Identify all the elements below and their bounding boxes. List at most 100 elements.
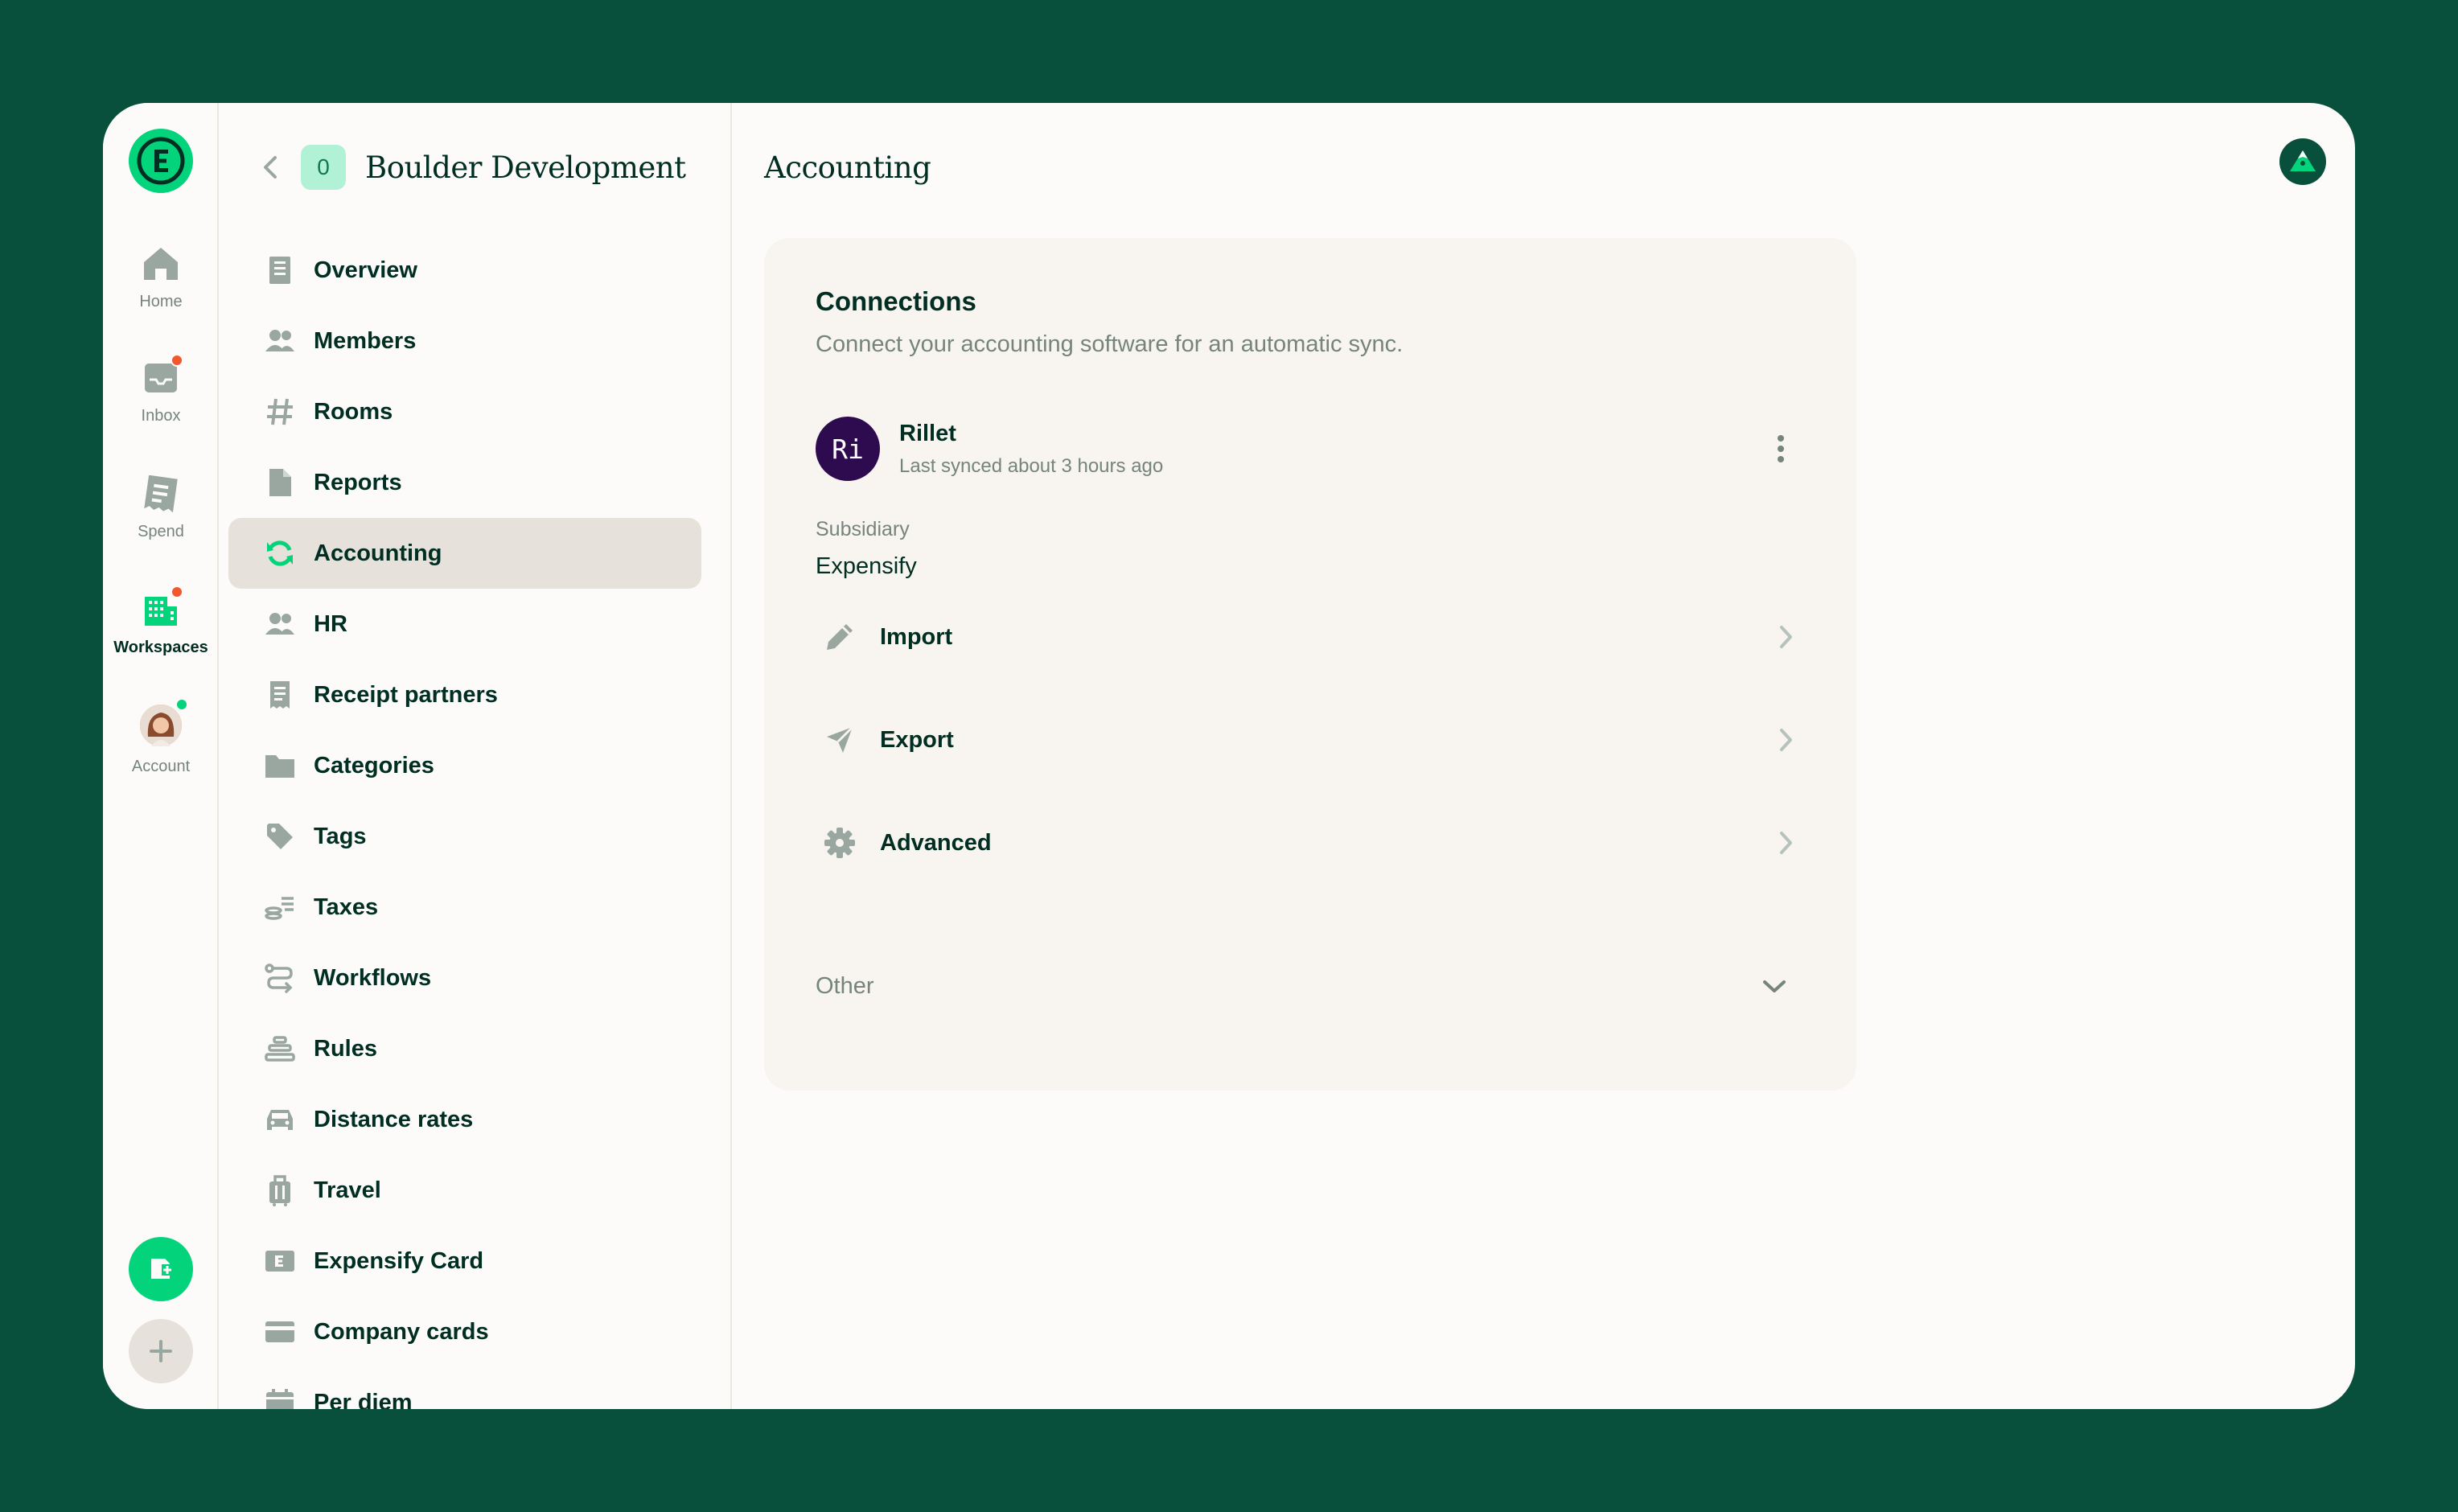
connection-row-rillet: Ri Rillet Last synced about 3 hours ago <box>816 415 1805 483</box>
account-avatar <box>138 698 188 748</box>
building-icon <box>262 253 298 288</box>
left-rail: Home Inbox Spend Workspaces Account <box>103 103 219 1409</box>
rail-account-label: Account <box>131 758 191 775</box>
page-title: Accounting <box>764 150 931 185</box>
rail-spend-label: Spend <box>138 523 184 540</box>
nav-item-per-diem[interactable]: Per diem <box>228 1367 701 1409</box>
suitcase-icon <box>262 1173 298 1208</box>
new-expense-icon <box>151 1259 173 1279</box>
workspace-avatar-badge: 0 <box>301 145 346 190</box>
rail-inbox[interactable]: Inbox <box>103 354 219 447</box>
export-row[interactable]: Export <box>816 700 1805 780</box>
rail-workspaces[interactable]: Workspaces <box>103 585 219 679</box>
chevron-right-icon <box>1766 618 1805 656</box>
nav-item-rules[interactable]: Rules <box>228 1013 701 1084</box>
folder-icon <box>262 748 298 783</box>
main-content: Accounting Connections Connect your acco… <box>732 103 2355 1409</box>
nav-item-reports[interactable]: Reports <box>228 447 701 518</box>
connections-title: Connections <box>816 286 976 316</box>
app-window: Home Inbox Spend Workspaces Account 0 Bo… <box>103 103 2355 1409</box>
add-button[interactable] <box>129 1319 193 1383</box>
receipt-icon <box>262 677 298 713</box>
nav-item-rooms[interactable]: Rooms <box>228 376 701 447</box>
nav-item-taxes[interactable]: Taxes <box>228 872 701 943</box>
rail-account[interactable]: Account <box>103 698 219 791</box>
hashtag-icon <box>262 394 298 429</box>
nav-item-label: Overview <box>314 257 417 283</box>
rail-home-label: Home <box>139 293 183 310</box>
nav-item-hr[interactable]: HR <box>228 589 701 659</box>
nav-item-label: Per diem <box>314 1389 413 1410</box>
nav-item-label: Distance rates <box>314 1106 474 1132</box>
coins-icon <box>262 890 298 925</box>
nav-item-overview[interactable]: Overview <box>228 235 701 306</box>
workspace-header: 0 Boulder Development <box>254 138 686 196</box>
inbox-icon <box>142 354 183 397</box>
pencil-icon <box>816 613 864 661</box>
connection-avatar: Ri <box>816 417 880 481</box>
mountain-logo-icon <box>2290 150 2316 171</box>
nav-item-company-cards[interactable]: Company cards <box>228 1296 701 1367</box>
rail-workspaces-label: Workspaces <box>113 639 208 656</box>
chevron-right-icon <box>1766 824 1805 862</box>
rail-home[interactable]: Home <box>103 244 219 333</box>
other-label: Other <box>816 972 874 999</box>
tag-icon <box>262 819 298 854</box>
nav-item-members[interactable]: Members <box>228 306 701 376</box>
chevron-down-icon <box>1755 967 1794 1005</box>
rail-inbox-label: Inbox <box>141 407 181 425</box>
nav-item-label: Travel <box>314 1177 381 1203</box>
nav-item-receipt-partners[interactable]: Receipt partners <box>228 659 701 730</box>
settings-menu: Overview Members Rooms Reports Accounting HR R… <box>228 235 701 1409</box>
rail-spend[interactable]: Spend <box>103 475 219 563</box>
workspace-switcher-avatar[interactable] <box>2279 138 2326 185</box>
nav-item-label: Company cards <box>314 1318 489 1345</box>
nav-item-distance-rates[interactable]: Distance rates <box>228 1084 701 1155</box>
nav-item-travel[interactable]: Travel <box>228 1155 701 1226</box>
gear-icon <box>816 819 864 867</box>
nav-item-label: HR <box>314 610 347 637</box>
nav-item-accounting[interactable]: Accounting <box>228 518 701 589</box>
advanced-row[interactable]: Advanced <box>816 803 1805 883</box>
card-e-icon <box>262 1243 298 1279</box>
calendar-icon <box>262 1385 298 1409</box>
nav-item-label: Expensify Card <box>314 1247 484 1274</box>
online-status-dot <box>175 698 188 711</box>
import-row[interactable]: Import <box>816 597 1805 677</box>
nav-item-tags[interactable]: Tags <box>228 801 701 872</box>
nav-item-expensify-card[interactable]: Expensify Card <box>228 1226 701 1296</box>
connections-card: Connections Connect your accounting soft… <box>764 238 1856 1091</box>
nav-item-categories[interactable]: Categories <box>228 730 701 801</box>
nav-item-label: Tags <box>314 823 367 849</box>
subsidiary-label: Subsidiary <box>816 518 910 540</box>
home-icon <box>142 244 180 283</box>
stack-icon <box>262 1031 298 1066</box>
connection-sync-status: Last synced about 3 hours ago <box>899 454 1164 477</box>
expensify-logo-icon[interactable] <box>129 129 193 193</box>
nav-item-label: Rules <box>314 1035 377 1062</box>
users-icon <box>262 606 298 642</box>
car-icon <box>262 1102 298 1137</box>
nav-item-label: Workflows <box>314 964 432 991</box>
import-label: Import <box>880 623 953 650</box>
inbox-notification-dot <box>171 354 183 367</box>
nav-item-workflows[interactable]: Workflows <box>228 943 701 1013</box>
advanced-label: Advanced <box>880 829 992 856</box>
paper-plane-icon <box>816 716 864 764</box>
workspace-name: Boulder Development <box>365 150 686 185</box>
connections-subtitle: Connect your accounting software for an … <box>816 331 1404 357</box>
nav-item-label: Accounting <box>314 540 442 566</box>
chevron-right-icon <box>1766 721 1805 759</box>
connection-name: Rillet <box>899 420 956 446</box>
users-icon <box>262 323 298 359</box>
nav-item-label: Receipt partners <box>314 681 498 708</box>
other-section-toggle[interactable]: Other <box>816 962 1805 1010</box>
subsidiary-value[interactable]: Expensify <box>816 553 917 580</box>
more-vertical-icon <box>1778 435 1784 462</box>
back-button[interactable] <box>254 151 286 183</box>
connection-more-button[interactable] <box>1757 425 1805 473</box>
building-icon <box>142 585 183 629</box>
credit-card-icon <box>262 1314 298 1350</box>
sync-icon <box>262 536 298 571</box>
create-expense-button[interactable] <box>129 1237 193 1301</box>
